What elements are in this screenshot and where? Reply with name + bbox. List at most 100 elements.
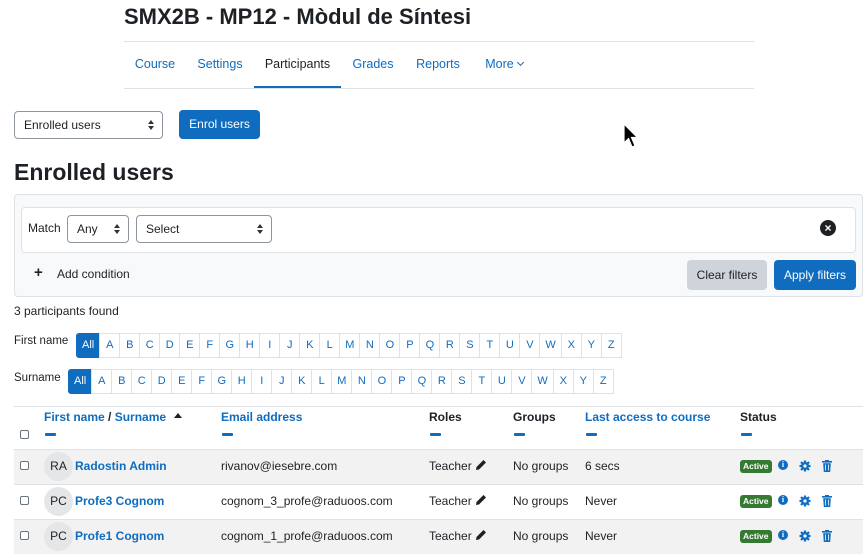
hide-column-icon[interactable] xyxy=(222,433,233,436)
match-select[interactable]: Any xyxy=(67,215,129,243)
surname-initial-w[interactable]: W xyxy=(531,369,554,394)
firstname-initial-b[interactable]: B xyxy=(119,333,141,358)
tab-reports[interactable]: Reports xyxy=(406,42,470,88)
apply-filters-button[interactable]: Apply filters xyxy=(774,260,856,290)
trash-icon[interactable] xyxy=(822,495,832,507)
firstname-initial-f[interactable]: F xyxy=(199,333,221,358)
surname-initial-m[interactable]: M xyxy=(331,369,353,394)
surname-initial-p[interactable]: P xyxy=(391,369,413,394)
surname-initial-n[interactable]: N xyxy=(351,369,373,394)
surname-initial-v[interactable]: V xyxy=(511,369,533,394)
firstname-initial-s[interactable]: S xyxy=(459,333,481,358)
surname-initial-e[interactable]: E xyxy=(171,369,193,394)
trash-icon[interactable] xyxy=(822,460,832,472)
firstname-initial-l[interactable]: L xyxy=(319,333,341,358)
user-name-link[interactable]: Profe1 Cognom xyxy=(75,529,164,543)
firstname-initial-m[interactable]: M xyxy=(339,333,361,358)
sort-surname-link[interactable]: Surname xyxy=(115,410,166,424)
initial-all[interactable]: All xyxy=(76,333,101,358)
enrol-users-button[interactable]: Enrol users xyxy=(179,110,260,139)
user-name-link[interactable]: Profe3 Cognom xyxy=(75,494,164,508)
info-icon[interactable]: i xyxy=(778,530,788,540)
firstname-initial-d[interactable]: D xyxy=(159,333,181,358)
enrolment-view-select[interactable]: Enrolled users xyxy=(14,111,163,139)
clear-filters-button[interactable]: Clear filters xyxy=(687,260,767,290)
firstname-initial-g[interactable]: G xyxy=(219,333,241,358)
surname-initial-i[interactable]: I xyxy=(251,369,273,394)
initial-all[interactable]: All xyxy=(68,369,93,394)
firstname-initial-i[interactable]: I xyxy=(259,333,281,358)
select-all-checkbox[interactable] xyxy=(20,430,29,439)
firstname-initial-x[interactable]: X xyxy=(560,333,582,358)
row-checkbox[interactable] xyxy=(20,461,29,470)
surname-initial-t[interactable]: T xyxy=(471,369,493,394)
surname-initial-b[interactable]: B xyxy=(111,369,133,394)
hide-column-icon[interactable] xyxy=(741,433,752,436)
firstname-initial-o[interactable]: O xyxy=(379,333,401,358)
tab-more[interactable]: More xyxy=(476,42,532,88)
hide-column-icon[interactable] xyxy=(45,433,56,436)
sort-firstname-link[interactable]: First name xyxy=(44,410,105,424)
firstname-initial-n[interactable]: N xyxy=(359,333,381,358)
gear-icon[interactable] xyxy=(799,530,811,542)
hide-column-icon[interactable] xyxy=(430,433,441,436)
surname-initial-l[interactable]: L xyxy=(311,369,333,394)
tab-settings[interactable]: Settings xyxy=(189,42,251,88)
surname-initial-s[interactable]: S xyxy=(451,369,473,394)
surname-initial-c[interactable]: C xyxy=(131,369,153,394)
hide-column-icon[interactable] xyxy=(586,433,597,436)
surname-initial-j[interactable]: J xyxy=(271,369,293,394)
tab-course[interactable]: Course xyxy=(124,42,186,88)
user-name-link[interactable]: Radostin Admin xyxy=(75,459,167,473)
firstname-initial-c[interactable]: C xyxy=(139,333,161,358)
column-header-email[interactable]: Email address xyxy=(221,410,302,424)
firstname-initial-z[interactable]: Z xyxy=(600,333,622,358)
firstname-initial-u[interactable]: U xyxy=(499,333,521,358)
hide-column-icon[interactable] xyxy=(514,433,525,436)
pencil-icon[interactable] xyxy=(475,459,487,471)
surname-initial-z[interactable]: Z xyxy=(592,369,614,394)
filter-type-select[interactable]: Select xyxy=(136,215,272,243)
firstname-initial-t[interactable]: T xyxy=(479,333,501,358)
tab-participants[interactable]: Participants xyxy=(254,42,341,88)
firstname-initial-q[interactable]: Q xyxy=(419,333,441,358)
firstname-initial-v[interactable]: V xyxy=(519,333,541,358)
surname-initial-q[interactable]: Q xyxy=(411,369,433,394)
surname-initial-k[interactable]: K xyxy=(291,369,313,394)
gear-icon[interactable] xyxy=(799,460,811,472)
user-last-access: 6 secs xyxy=(585,459,620,473)
firstname-initial-a[interactable]: A xyxy=(99,333,121,358)
page-title: SMX2B - MP12 - Mòdul de Síntesi xyxy=(124,4,472,29)
pencil-icon[interactable] xyxy=(475,529,487,541)
surname-initial-o[interactable]: O xyxy=(371,369,393,394)
firstname-initial-p[interactable]: P xyxy=(399,333,421,358)
surname-initial-d[interactable]: D xyxy=(151,369,173,394)
header-separator: / xyxy=(104,410,115,424)
gear-icon[interactable] xyxy=(799,495,811,507)
info-icon[interactable]: i xyxy=(778,460,788,470)
firstname-initial-w[interactable]: W xyxy=(539,333,562,358)
firstname-initial-y[interactable]: Y xyxy=(580,333,602,358)
surname-initial-r[interactable]: R xyxy=(431,369,453,394)
firstname-initial-h[interactable]: H xyxy=(239,333,261,358)
surname-initial-g[interactable]: G xyxy=(211,369,233,394)
firstname-initial-e[interactable]: E xyxy=(179,333,201,358)
trash-icon[interactable] xyxy=(822,530,832,542)
add-condition-button[interactable]: Add condition xyxy=(57,267,130,281)
pencil-icon[interactable] xyxy=(475,494,487,506)
surname-initial-x[interactable]: X xyxy=(552,369,574,394)
firstname-initial-r[interactable]: R xyxy=(439,333,461,358)
tab-grades[interactable]: Grades xyxy=(344,42,402,88)
surname-initial-h[interactable]: H xyxy=(231,369,253,394)
row-checkbox[interactable] xyxy=(20,496,29,505)
row-checkbox[interactable] xyxy=(20,531,29,540)
column-header-last-access[interactable]: Last access to course xyxy=(585,410,710,424)
surname-initial-a[interactable]: A xyxy=(91,369,113,394)
surname-initial-u[interactable]: U xyxy=(491,369,513,394)
firstname-initial-k[interactable]: K xyxy=(299,333,321,358)
firstname-initial-j[interactable]: J xyxy=(279,333,301,358)
surname-initial-f[interactable]: F xyxy=(191,369,213,394)
info-icon[interactable]: i xyxy=(778,495,788,505)
remove-condition-icon[interactable]: × xyxy=(820,220,836,236)
surname-initial-y[interactable]: Y xyxy=(572,369,594,394)
